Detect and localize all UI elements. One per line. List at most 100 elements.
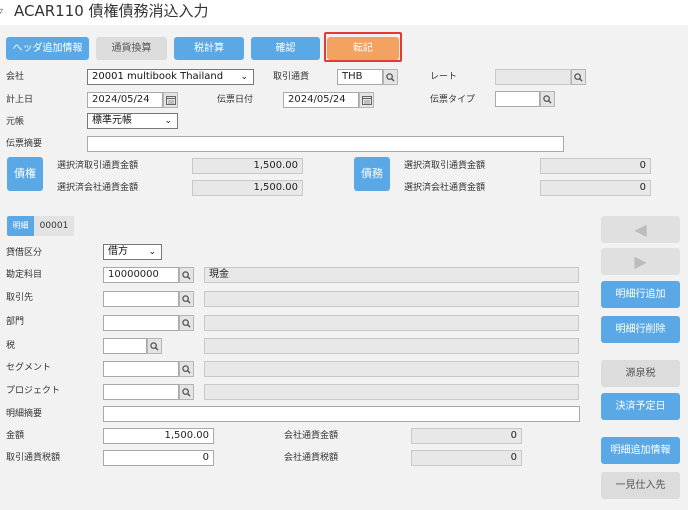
expand-icon[interactable]: ▿ — [0, 6, 10, 18]
dept-input[interactable] — [103, 315, 179, 331]
add-row-button[interactable]: 明細行追加 — [601, 281, 680, 308]
receivable-sel-txn-value: 1,500.00 — [192, 158, 303, 174]
tax-label: 税 — [6, 341, 16, 351]
dept-label: 部門 — [6, 317, 25, 327]
posting-date-input[interactable]: 2024/05/24 — [87, 92, 163, 108]
account-search-button[interactable] — [179, 267, 194, 283]
prev-row-button[interactable]: ◀ — [601, 216, 680, 243]
chevron-down-icon: ⌄ — [240, 72, 248, 82]
dc-value: 借方 — [108, 246, 128, 257]
partner-input[interactable] — [103, 291, 179, 307]
dept-name-field — [204, 315, 579, 331]
account-code-input[interactable]: 10000000 — [103, 267, 179, 283]
dc-label: 貸借区分 — [6, 248, 43, 258]
title-bar: ▿ ACAR110 債権債務消込入力 — [0, 0, 688, 24]
partner-name-field — [204, 291, 579, 307]
detail-tab-number[interactable]: 00001 — [34, 216, 74, 236]
currency-search-button[interactable] — [383, 69, 398, 85]
company-value: 20001 multibook Thailand — [92, 71, 224, 82]
txn-tax-label: 取引通貨税額 — [6, 453, 61, 463]
tax-name-field — [204, 338, 579, 354]
currency-label: 取引通貨 — [273, 72, 310, 82]
tax-input[interactable] — [103, 338, 147, 354]
payable-sel-txn-label: 選択済取引通貨金額 — [404, 161, 486, 171]
segment-search-button[interactable] — [179, 361, 194, 377]
memo-input[interactable] — [103, 406, 580, 422]
slip-type-search-button[interactable] — [540, 91, 555, 107]
search-icon — [182, 270, 191, 280]
project-input[interactable] — [103, 384, 179, 400]
header-info-button[interactable]: ヘッダ追加情報 — [6, 37, 89, 60]
partner-search-button[interactable] — [179, 291, 194, 307]
payable-sel-co-value: 0 — [540, 180, 651, 196]
detail-tab[interactable]: 明細 — [7, 216, 34, 236]
tax-calc-button[interactable]: 税計算 — [174, 37, 244, 60]
partner-label: 取引先 — [6, 293, 34, 303]
delete-row-button[interactable]: 明細行削除 — [601, 316, 680, 343]
co-amount-field: 0 — [411, 428, 522, 444]
currency-input[interactable]: THB — [337, 69, 383, 85]
page-title: ACAR110 債権債務消込入力 — [14, 2, 209, 20]
withholding-button[interactable]: 源泉税 — [601, 360, 680, 387]
chevron-down-icon: ⌄ — [164, 116, 172, 126]
co-tax-field: 0 — [411, 450, 522, 466]
receivable-sel-txn-label: 選択済取引通貨金額 — [57, 161, 139, 171]
search-icon — [182, 294, 191, 304]
ledger-value: 標準元帳 — [92, 115, 132, 126]
payable-sel-txn-value: 0 — [540, 158, 651, 174]
ledger-label: 元帳 — [6, 117, 25, 127]
receivable-tag: 債権 — [7, 157, 43, 191]
slip-memo-input[interactable] — [87, 136, 564, 152]
slip-type-input[interactable] — [495, 91, 540, 107]
calendar-icon — [361, 96, 372, 105]
rate-input — [495, 69, 571, 85]
ledger-select[interactable]: 標準元帳 ⌄ — [87, 113, 178, 129]
slip-date-calendar-button[interactable] — [359, 92, 374, 108]
rate-label: レート — [430, 72, 458, 82]
search-icon — [543, 94, 552, 104]
confirm-button[interactable]: 確認 — [251, 37, 320, 60]
search-icon — [150, 341, 159, 351]
receivable-sel-co-value: 1,500.00 — [192, 180, 303, 196]
slip-date-label: 伝票日付 — [217, 95, 254, 105]
segment-input[interactable] — [103, 361, 179, 377]
rate-search-button[interactable] — [571, 69, 586, 85]
segment-name-field — [204, 361, 579, 377]
dc-select[interactable]: 借方 ⌄ — [103, 244, 162, 260]
slip-type-label: 伝票タイプ — [430, 95, 476, 105]
search-icon — [182, 364, 191, 374]
account-name-field: 現金 — [204, 267, 579, 283]
tax-search-button[interactable] — [147, 338, 162, 354]
amount-label: 金額 — [6, 431, 25, 441]
currency-convert-button[interactable]: 通貨換算 — [96, 37, 167, 60]
search-icon — [182, 387, 191, 397]
amount-input[interactable]: 1,500.00 — [103, 428, 214, 444]
txn-tax-input[interactable]: 0 — [103, 450, 214, 466]
search-icon — [574, 72, 583, 82]
search-icon — [182, 318, 191, 328]
due-date-button[interactable]: 決済予定日 — [601, 393, 680, 420]
payable-sel-co-label: 選択済会社通貨金額 — [404, 183, 486, 193]
detail-info-button[interactable]: 明細追加情報 — [601, 437, 680, 464]
chevron-down-icon: ⌄ — [148, 247, 156, 257]
receivable-sel-co-label: 選択済会社通貨金額 — [57, 183, 139, 193]
one-time-vendor-button[interactable]: 一見仕入先 — [601, 472, 680, 499]
slip-memo-label: 伝票摘要 — [6, 139, 43, 149]
slip-date-input[interactable]: 2024/05/24 — [283, 92, 359, 108]
search-icon — [386, 72, 395, 82]
segment-label: セグメント — [6, 363, 52, 373]
posting-date-calendar-button[interactable] — [163, 92, 178, 108]
project-name-field — [204, 384, 579, 400]
dept-search-button[interactable] — [179, 315, 194, 331]
company-label: 会社 — [6, 72, 25, 82]
co-amount-label: 会社通貨金額 — [284, 431, 339, 441]
memo-label: 明細摘要 — [6, 409, 43, 419]
posting-date-label: 計上日 — [6, 95, 34, 105]
next-row-button[interactable]: ▶ — [601, 248, 680, 275]
co-tax-label: 会社通貨税額 — [284, 453, 339, 463]
account-label: 勘定科目 — [6, 270, 43, 280]
company-select[interactable]: 20001 multibook Thailand ⌄ — [87, 69, 254, 85]
payable-tag: 債務 — [354, 157, 390, 191]
project-search-button[interactable] — [179, 384, 194, 400]
post-button-highlight — [324, 32, 402, 62]
